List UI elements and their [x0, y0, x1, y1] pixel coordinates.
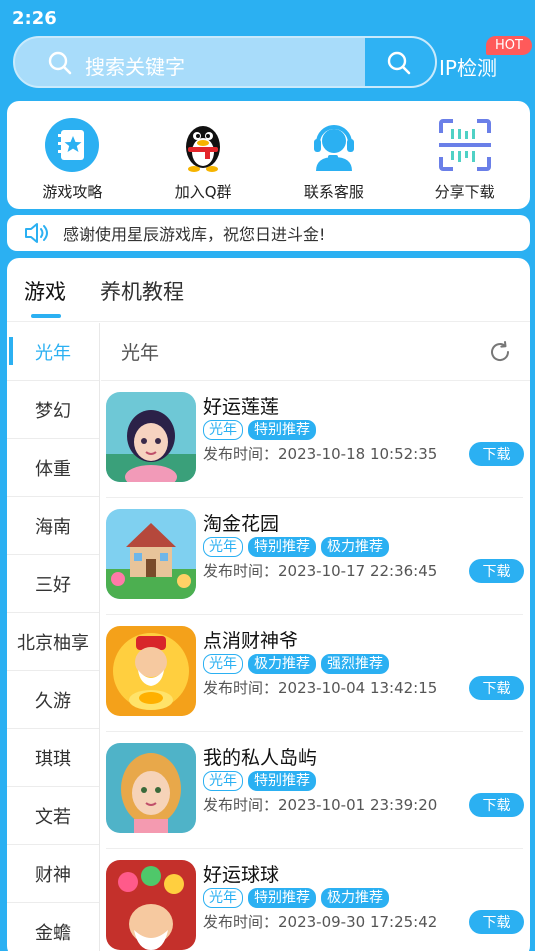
game-tag: 光年: [203, 771, 243, 791]
quick-link-label: 加入Q群: [174, 183, 232, 201]
quick-link-share[interactable]: 分享下载: [399, 101, 530, 209]
game-date: 发布时间：2023-10-01 23:39:20: [203, 796, 438, 814]
search-icon: [387, 51, 411, 75]
game-item[interactable]: 我的私人岛屿 光年 特别推荐 发布时间：2023-10-01 23:39:20 …: [106, 732, 524, 849]
category-sidebar: 光年 梦幻 体重 海南 三好 北京柚享 久游 琪琪 文若 财神 金蟾: [7, 323, 100, 951]
quick-link-label: 游戏攻略: [42, 183, 103, 201]
download-button[interactable]: 下载: [469, 793, 524, 817]
search-button[interactable]: [365, 38, 435, 86]
category-item[interactable]: 北京柚享: [7, 613, 99, 671]
game-content: 光年 好运莲莲 光年 特别推荐 发布时间：2023-10-18 10:52:35…: [101, 323, 530, 951]
status-time: 2:26: [12, 8, 57, 29]
game-tag: 特别推荐: [248, 771, 316, 791]
headset-icon: [313, 125, 354, 171]
game-item[interactable]: 好运球球 光年 特别推荐 极力推荐 发布时间：2023-09-30 17:25:…: [106, 849, 524, 951]
notice-text: 感谢使用星辰游戏库，祝您日进斗金!: [63, 225, 326, 244]
tab-games[interactable]: 游戏: [24, 276, 66, 306]
refresh-icon[interactable]: [488, 340, 512, 364]
search-input[interactable]: 搜索关键字: [13, 36, 437, 88]
download-button[interactable]: 下载: [469, 559, 524, 583]
game-item[interactable]: 淘金花园 光年 特别推荐 极力推荐 发布时间：2023-10-17 22:36:…: [106, 498, 524, 615]
game-tag: 特别推荐: [248, 537, 316, 557]
game-tag: 特别推荐: [248, 420, 316, 440]
tab-bar: 游戏 养机教程: [7, 258, 530, 322]
game-name: 淘金花园: [203, 513, 280, 535]
search-placeholder: 搜索关键字: [85, 55, 185, 79]
game-list: 好运莲莲 光年 特别推荐 发布时间：2023-10-18 10:52:35 下载: [101, 381, 530, 951]
game-tag: 极力推荐: [321, 537, 389, 557]
game-thumbnail: [106, 392, 196, 482]
category-item[interactable]: 久游: [7, 671, 99, 729]
category-item[interactable]: 三好: [7, 555, 99, 613]
download-button[interactable]: 下载: [469, 910, 524, 934]
category-item[interactable]: 体重: [7, 439, 99, 497]
status-bar: 2:26: [0, 0, 535, 34]
game-tag: 极力推荐: [248, 654, 316, 674]
category-item[interactable]: 文若: [7, 787, 99, 845]
game-date: 发布时间：2023-10-18 10:52:35: [203, 445, 438, 463]
game-tags: 光年 特别推荐: [203, 771, 316, 791]
game-tags: 光年 特别推荐 极力推荐: [203, 537, 389, 557]
game-thumbnail: [106, 509, 196, 599]
game-item[interactable]: 好运莲莲 光年 特别推荐 发布时间：2023-10-18 10:52:35 下载: [106, 381, 524, 498]
quick-link-support[interactable]: 联系客服: [269, 101, 400, 209]
game-name: 我的私人岛屿: [203, 747, 318, 769]
game-tag: 极力推荐: [321, 888, 389, 908]
game-thumbnail: [106, 626, 196, 716]
category-item[interactable]: 海南: [7, 497, 99, 555]
game-date: 发布时间：2023-10-04 13:42:15: [203, 679, 438, 697]
category-title: 光年: [121, 342, 160, 364]
download-button[interactable]: 下载: [469, 676, 524, 700]
category-item[interactable]: 梦幻: [7, 381, 99, 439]
game-tag: 强烈推荐: [321, 654, 389, 674]
game-thumbnail: [106, 743, 196, 833]
quick-links-panel: 游戏攻略 加入Q群 联系客服 分享下载: [7, 101, 530, 209]
game-item[interactable]: 点消财神爷 光年 极力推荐 强烈推荐 发布时间：2023-10-04 13:42…: [106, 615, 524, 732]
main-panel: 游戏 养机教程 光年 梦幻 体重 海南 三好 北京柚享 久游 琪琪 文若 财神 …: [7, 258, 530, 951]
game-tags: 光年 极力推荐 强烈推荐: [203, 654, 389, 674]
game-tags: 光年 特别推荐 极力推荐: [203, 888, 389, 908]
game-date: 发布时间：2023-10-17 22:36:45: [203, 562, 438, 580]
category-item[interactable]: 光年: [7, 323, 99, 381]
ip-check-button[interactable]: IP检测: [439, 52, 497, 81]
category-item[interactable]: 金蟾: [7, 903, 99, 951]
book-star-icon: [45, 118, 100, 172]
game-tags: 光年 特别推荐: [203, 420, 316, 440]
category-item[interactable]: 财神: [7, 845, 99, 903]
notice-bar: 感谢使用星辰游戏库，祝您日进斗金!: [7, 215, 530, 251]
game-tag: 光年: [203, 420, 243, 440]
scan-code-icon: [438, 119, 491, 171]
tab-tutorials[interactable]: 养机教程: [100, 276, 184, 306]
game-tag: 光年: [203, 537, 243, 557]
game-date: 发布时间：2023-09-30 17:25:42: [203, 913, 438, 931]
download-button[interactable]: 下载: [469, 442, 524, 466]
category-header: 光年: [101, 323, 530, 381]
quick-link-label: 分享下载: [434, 183, 495, 201]
game-name: 好运莲莲: [203, 396, 280, 418]
game-thumbnail: [106, 860, 196, 950]
search-row: 搜索关键字 IP检测 HOT: [13, 36, 532, 88]
search-icon: [48, 51, 72, 75]
quick-link-guide[interactable]: 游戏攻略: [7, 101, 138, 209]
tab-indicator: [31, 314, 61, 318]
game-tag: 特别推荐: [248, 888, 316, 908]
game-tag: 光年: [203, 888, 243, 908]
game-name: 点消财神爷: [203, 630, 299, 652]
quick-link-qq-group[interactable]: 加入Q群: [138, 101, 269, 209]
quick-link-label: 联系客服: [303, 183, 364, 201]
category-item[interactable]: 琪琪: [7, 729, 99, 787]
hot-badge: HOT: [486, 36, 532, 55]
game-name: 好运球球: [203, 864, 280, 886]
game-tag: 光年: [203, 654, 243, 674]
qq-penguin-icon: [186, 126, 221, 172]
speaker-icon: [25, 223, 48, 243]
